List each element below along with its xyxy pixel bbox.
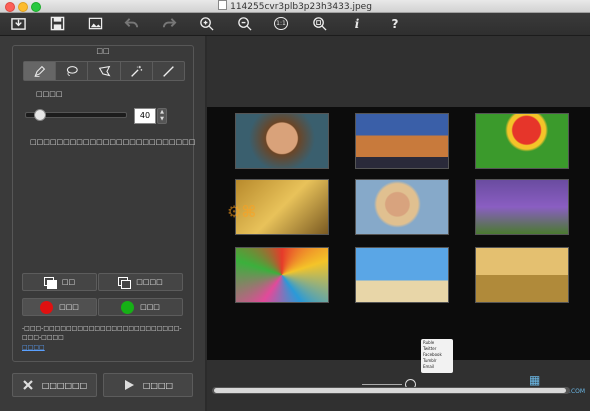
redo-button[interactable] xyxy=(160,15,178,32)
mode-a-button[interactable]: □□ xyxy=(22,273,97,291)
green-marker-label: □□□ xyxy=(140,303,160,311)
scrollbar-thumb[interactable] xyxy=(214,388,566,393)
magic-wand-tool-button[interactable] xyxy=(121,62,153,80)
red-marker-label: □□□ xyxy=(59,303,79,311)
image-canvas[interactable]: ⚙⌘ Ruble Twitter Facebook Tumblr Email ▦… xyxy=(207,36,590,411)
share-item-email: Email xyxy=(423,364,435,369)
import-icon xyxy=(10,18,26,30)
photo-thumbnail xyxy=(355,113,449,169)
fit-button[interactable] xyxy=(310,15,328,32)
green-dot-icon xyxy=(121,300,135,314)
line-icon xyxy=(163,65,174,77)
photo-thumbnail xyxy=(475,247,569,303)
window-title: 114255cvr3plb3p23h3433.jpeg xyxy=(0,0,590,12)
overlap-outline-icon xyxy=(118,277,132,289)
line-tool-button[interactable] xyxy=(153,62,184,80)
zoom-in-button[interactable] xyxy=(197,15,215,32)
red-dot-icon xyxy=(40,300,54,314)
overlap-icon xyxy=(43,277,57,289)
photo-thumbnail xyxy=(355,179,449,235)
photo-thumbnail xyxy=(235,113,329,169)
panel-title: □□ xyxy=(96,47,110,55)
actual-size-button[interactable]: 1:1 xyxy=(272,15,290,32)
undo-button[interactable] xyxy=(122,15,140,32)
redo-icon xyxy=(162,18,176,28)
brush-size-stepper[interactable]: ▲ ▼ xyxy=(157,108,167,124)
tool-selector xyxy=(23,61,185,81)
magic-wand-icon xyxy=(130,65,142,77)
cancel-label: □□□□□□ xyxy=(41,380,88,390)
brush-size-slider[interactable] xyxy=(25,109,127,121)
close-icon xyxy=(23,380,33,390)
title-bar: 114255cvr3plb3p23h3433.jpeg xyxy=(0,0,590,13)
brush-icon xyxy=(34,65,46,77)
brush-size-input[interactable]: 40 xyxy=(134,108,156,124)
cancel-button[interactable]: □□□□□□ xyxy=(12,373,97,397)
watermark-logo: ⚙⌘ xyxy=(227,202,257,221)
hint-text: □□□□□□□□□□□□□□□□□□□□□□□□□ xyxy=(30,138,196,146)
watermark-site-logo: ▦ xyxy=(529,373,541,387)
save-button[interactable] xyxy=(48,15,66,32)
image-icon xyxy=(88,17,102,30)
instruction-note: -□□□-□□□□□□□□□□□□□□□□□□□□□□□□-□□□-□□□□ xyxy=(22,325,182,341)
actual-size-icon: 1:1 xyxy=(274,17,288,30)
horizontal-scrollbar[interactable] xyxy=(212,387,570,394)
mode-b-label: □□□□ xyxy=(136,278,163,286)
undo-icon xyxy=(124,18,138,28)
photo-thumbnail xyxy=(475,113,569,169)
play-icon xyxy=(124,380,134,390)
run-label: □□□□ xyxy=(142,380,174,390)
info-button[interactable]: i xyxy=(348,15,366,32)
lasso-icon xyxy=(67,65,79,76)
zoom-in-icon xyxy=(199,17,214,31)
photo-thumbnail xyxy=(355,247,449,303)
red-marker-button[interactable]: □□□ xyxy=(22,298,97,316)
left-sidebar: □□ □□□□ 40 ▲▼ □□□□□□□□□□□□□□□□□□□□□□□□□ xyxy=(0,36,205,411)
slider-knob[interactable] xyxy=(34,109,46,121)
zoom-out-button[interactable] xyxy=(235,15,253,32)
document-icon xyxy=(218,0,228,10)
share-popup: Ruble Twitter Facebook Tumblr Email xyxy=(421,339,453,373)
info-icon: i xyxy=(354,16,360,31)
save-icon xyxy=(50,16,64,31)
window-title-text: 114255cvr3plb3p23h3433.jpeg xyxy=(230,2,372,12)
toolbar: 1:1 i ? xyxy=(0,13,590,36)
help-link[interactable]: □□□□ xyxy=(22,344,45,351)
green-marker-button[interactable]: □□□ xyxy=(98,298,183,316)
timeline-bar xyxy=(362,384,402,385)
image-button[interactable] xyxy=(86,15,104,32)
import-button[interactable] xyxy=(9,15,27,32)
help-button[interactable]: ? xyxy=(386,15,404,32)
mode-b-button[interactable]: □□□□ xyxy=(98,273,183,291)
run-button[interactable]: □□□□ xyxy=(103,373,193,397)
photo-thumbnail xyxy=(235,247,329,303)
photo-thumbnail xyxy=(475,179,569,235)
help-icon: ? xyxy=(391,16,399,31)
zoom-out-icon xyxy=(237,17,252,31)
image-preview[interactable]: ⚙⌘ Ruble Twitter Facebook Tumblr Email ▦… xyxy=(207,107,590,395)
brush-size-label: □□□□ xyxy=(36,90,63,98)
mode-a-label: □□ xyxy=(61,278,76,286)
lasso-tool-button[interactable] xyxy=(56,62,89,80)
polygon-lasso-icon xyxy=(98,65,110,76)
brush-tool-button[interactable] xyxy=(24,62,57,80)
polygon-lasso-tool-button[interactable] xyxy=(88,62,121,80)
fit-icon xyxy=(312,17,327,31)
